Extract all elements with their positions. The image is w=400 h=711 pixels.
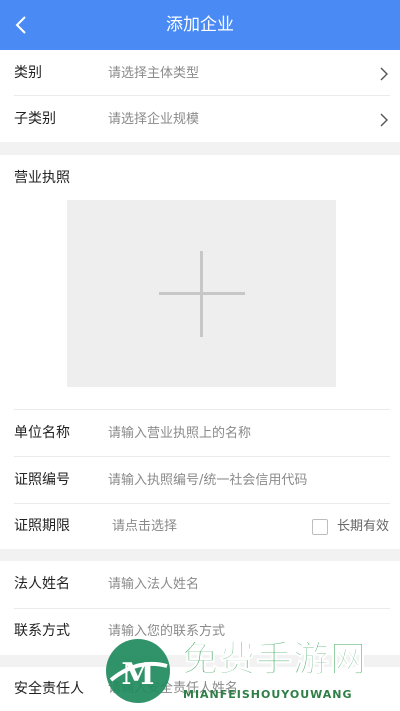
category-card: 类别 请选择主体类型 子类别 请选择企业规模 — [0, 50, 400, 142]
plus-icon — [200, 251, 203, 337]
cert-period-picker[interactable]: 请点击选择 — [112, 503, 177, 550]
legal-name-label: 法人姓名 — [14, 576, 70, 592]
cert-no-row[interactable]: 证照编号 请输入执照编号/统一社会信用代码 — [0, 457, 400, 504]
safety-officer-label: 安全责任人 — [14, 681, 84, 697]
app-header: 添加企业 — [0, 0, 400, 50]
chevron-right-icon — [380, 113, 388, 127]
watermark-logo-icon: M — [106, 639, 170, 703]
category-label: 类别 — [14, 65, 42, 81]
unit-name-input[interactable]: 请输入营业执照上的名称 — [108, 410, 251, 457]
legal-name-input[interactable]: 请输入法人姓名 — [108, 561, 199, 608]
cert-no-input[interactable]: 请输入执照编号/统一社会信用代码 — [108, 457, 307, 504]
long-term-checkbox[interactable] — [312, 519, 328, 535]
watermark-logo-letter: M — [121, 657, 154, 692]
cert-period-label: 证照期限 — [14, 518, 70, 534]
subcategory-select-row[interactable]: 子类别 请选择企业规模 — [0, 96, 400, 143]
chevron-right-icon — [380, 67, 388, 81]
unit-name-label: 单位名称 — [14, 425, 70, 441]
watermark-subtitle: MIANFEISHOUYOUWANG — [183, 688, 353, 701]
subcategory-placeholder: 请选择企业规模 — [108, 112, 200, 127]
watermark-title: 免费手游网 — [181, 639, 368, 681]
cert-no-label: 证照编号 — [14, 472, 70, 488]
contact-label: 联系方式 — [14, 623, 70, 639]
subcategory-label: 子类别 — [14, 111, 56, 127]
category-placeholder: 请选择主体类型 — [108, 66, 200, 81]
page-title: 添加企业 — [166, 15, 234, 35]
legal-name-row[interactable]: 法人姓名 请输入法人姓名 — [0, 561, 400, 608]
long-term-label[interactable]: 长期有效 — [337, 503, 389, 550]
license-label: 营业执照 — [14, 170, 70, 186]
unit-name-row[interactable]: 单位名称 请输入营业执照上的名称 — [0, 410, 400, 457]
category-select-row[interactable]: 类别 请选择主体类型 — [0, 50, 400, 97]
license-upload-box[interactable] — [67, 200, 336, 387]
